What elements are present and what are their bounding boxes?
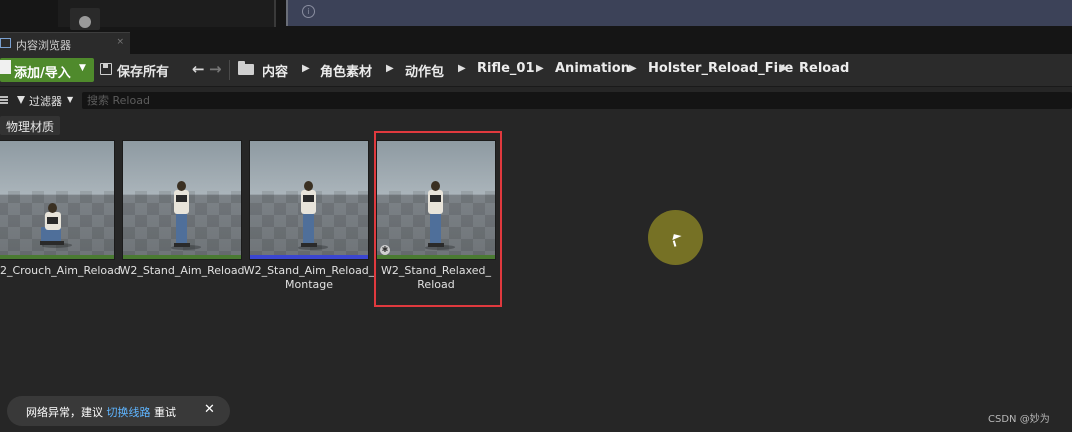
asset-type-bar	[250, 255, 368, 259]
breadcrumb-item[interactable]: 角色素材	[320, 61, 372, 80]
toolbar-divider	[229, 60, 230, 80]
toast-message: 网络异常，建议 切换线路 重试	[26, 406, 176, 419]
breadcrumb-item[interactable]: 内容	[262, 61, 288, 80]
character-preview	[295, 181, 331, 251]
asset-thumbnail-icon	[70, 8, 100, 30]
asset-thumbnail	[250, 141, 368, 259]
chevron-right-icon[interactable]: ▶	[302, 63, 310, 74]
filter-bar: 过滤器 ▼	[0, 87, 1072, 113]
selection-highlight	[374, 131, 502, 307]
tab-label: 内容浏览器	[16, 39, 71, 52]
chevron-down-icon: ▼	[67, 95, 74, 104]
viewport-info-icon[interactable]: i	[302, 5, 315, 18]
search-input[interactable]	[82, 92, 1072, 109]
tab-content-browser[interactable]: 内容浏览器 ×	[0, 32, 130, 55]
breadcrumb-item[interactable]: Holster_Reload_Fire	[648, 61, 793, 76]
character-preview	[168, 181, 204, 251]
sources-menu-icon[interactable]	[0, 96, 8, 104]
save-icon	[100, 63, 112, 75]
chevron-right-icon[interactable]: ▶	[629, 63, 637, 74]
tab-close-icon[interactable]: ×	[116, 37, 124, 47]
breadcrumb-item[interactable]: 动作包	[405, 61, 444, 80]
asset-thumbnail	[123, 141, 241, 259]
switch-line-link[interactable]: 切换线路	[107, 406, 151, 419]
breadcrumb-item[interactable]: Rifle_01	[477, 61, 535, 76]
mouse-cursor-icon	[672, 234, 682, 242]
filter-chip-physical-material[interactable]: 物理材质	[0, 116, 60, 135]
folder-icon[interactable]	[238, 61, 254, 75]
add-icon	[0, 60, 11, 74]
chevron-down-icon: ▼	[79, 63, 86, 73]
asset-type-bar	[123, 255, 241, 259]
chevron-right-icon[interactable]: ▶	[536, 63, 544, 74]
save-all-label: 保存所有	[117, 65, 170, 80]
breadcrumb-item[interactable]: Animation	[555, 61, 630, 76]
watermark: CSDN @妙为	[988, 414, 1050, 425]
asset-type-bar	[0, 255, 114, 259]
viewport-fragment[interactable]: i	[286, 0, 1072, 26]
close-icon[interactable]: ✕	[204, 402, 215, 417]
content-browser-icon	[0, 38, 11, 48]
tab-bar: 内容浏览器 ×	[0, 30, 1072, 55]
add-import-label: 添加/导入	[14, 66, 71, 81]
chevron-right-icon[interactable]: ▶	[386, 63, 394, 74]
content-browser-toolbar: 添加/导入 ▼ 保存所有 ← → 内容 ▶ 角色素材 ▶ 动作包 ▶ Rifle…	[0, 54, 1072, 87]
filter-icon	[17, 96, 25, 104]
back-arrow-icon[interactable]: ←	[192, 60, 205, 78]
character-preview	[39, 203, 75, 253]
chevron-right-icon[interactable]: ▶	[780, 63, 788, 74]
top-panel-strip: i	[0, 0, 1072, 30]
asset-thumbnail	[0, 141, 114, 259]
forward-arrow-icon[interactable]: →	[209, 60, 222, 78]
filters-label: 过滤器	[29, 95, 62, 108]
filter-chip-label: 物理材质	[6, 120, 55, 134]
network-toast: 网络异常，建议 切换线路 重试 ✕	[7, 396, 230, 426]
chevron-right-icon[interactable]: ▶	[458, 63, 466, 74]
add-import-button[interactable]: 添加/导入 ▼	[0, 58, 94, 82]
breadcrumb-current[interactable]: Reload	[799, 61, 849, 76]
